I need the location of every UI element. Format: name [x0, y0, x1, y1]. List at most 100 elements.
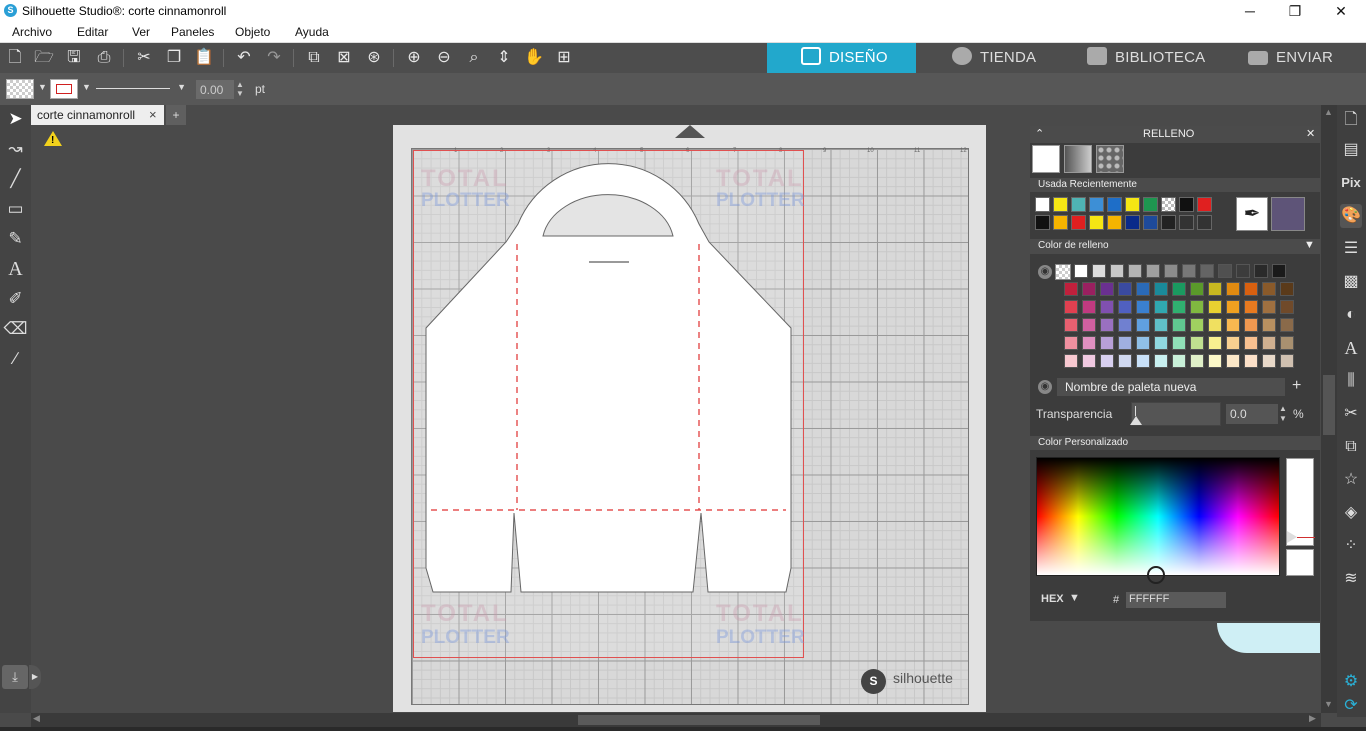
palette-swatch[interactable] [1190, 318, 1204, 332]
tab-tienda[interactable]: TIENDA [916, 43, 1067, 73]
palette-swatch[interactable] [1244, 282, 1258, 296]
palette-swatch[interactable] [1100, 282, 1114, 296]
palette-swatch[interactable] [1100, 336, 1114, 350]
redo-icon[interactable]: ↷ [263, 47, 285, 69]
recent-swatch[interactable] [1107, 197, 1122, 212]
palette-swatch[interactable] [1082, 300, 1096, 314]
scroll-right-icon[interactable]: ▶ [1309, 713, 1316, 724]
fill-color-dropdown-icon[interactable]: ▼ [1304, 239, 1315, 251]
pattern-fill-option[interactable] [1096, 145, 1124, 173]
palette-swatch[interactable] [1236, 264, 1250, 278]
text-style-icon[interactable]: A [1340, 336, 1362, 360]
palette-swatch[interactable] [1208, 282, 1222, 296]
vertical-scroll-thumb[interactable] [1323, 375, 1335, 435]
open-folder-icon[interactable]: 🗁 [33, 47, 55, 69]
palette-swatch[interactable] [1208, 300, 1222, 314]
new-file-icon[interactable]: 🗋 [4, 47, 26, 69]
menu-paneles[interactable]: Paneles [171, 25, 214, 39]
rectangle-tool-icon[interactable]: ▭ [3, 196, 28, 222]
recent-swatch[interactable] [1197, 197, 1212, 212]
palette-swatch[interactable] [1164, 264, 1178, 278]
palette-swatch[interactable] [1262, 300, 1276, 314]
palette-swatch[interactable] [1064, 354, 1078, 368]
line-width-input[interactable]: 0.00 [196, 80, 234, 99]
pattern-icon[interactable]: ▩ [1340, 270, 1362, 294]
sync-icon[interactable]: ⟳ [1340, 694, 1362, 718]
palette-swatch[interactable] [1154, 354, 1168, 368]
line-color-dropdown-icon[interactable]: ▼ [82, 82, 91, 92]
line-tool-icon[interactable]: ╱ [3, 166, 28, 192]
menu-archivo[interactable]: Archivo [12, 25, 52, 39]
palette-swatch[interactable] [1136, 318, 1150, 332]
tab-enviar[interactable]: ENVIAR [1222, 43, 1366, 73]
palette-swatch[interactable] [1218, 264, 1232, 278]
copy-icon[interactable]: ❐ [163, 47, 185, 69]
palette-swatch[interactable] [1208, 318, 1222, 332]
horizontal-scrollbar[interactable]: ◀ ▶ [31, 713, 1321, 727]
palette-swatch[interactable] [1226, 282, 1240, 296]
palette-swatch[interactable] [1190, 336, 1204, 350]
palette-swatch[interactable] [1136, 336, 1150, 350]
palette-swatch[interactable] [1280, 282, 1294, 296]
palette-swatch[interactable] [1064, 282, 1078, 296]
palette-swatch[interactable] [1082, 336, 1096, 350]
design-store-icon[interactable]: ▤ [1340, 138, 1362, 162]
palette-swatch[interactable] [1172, 354, 1186, 368]
palette-swatch[interactable] [1280, 318, 1294, 332]
recent-swatch[interactable] [1143, 215, 1158, 230]
tab-biblioteca[interactable]: BIBLIOTECA [1067, 43, 1222, 73]
palette-swatch[interactable] [1272, 264, 1286, 278]
menu-editar[interactable]: Editar [77, 25, 108, 39]
palette-swatch[interactable] [1064, 318, 1078, 332]
transparency-stepper[interactable]: ▲ ▼ [1279, 404, 1287, 424]
recent-swatch[interactable] [1089, 215, 1104, 230]
palette-swatch[interactable] [1262, 354, 1276, 368]
palette-swatch[interactable] [1136, 282, 1150, 296]
transparency-slider[interactable] [1130, 402, 1221, 426]
brightness-handle[interactable] [1287, 531, 1297, 543]
transparency-input[interactable]: 0.0 [1226, 404, 1278, 424]
palette-swatch[interactable] [1226, 336, 1240, 350]
recent-swatch[interactable] [1035, 215, 1050, 230]
palette-swatch[interactable] [1244, 336, 1258, 350]
palette-swatch[interactable] [1226, 300, 1240, 314]
drag-zoom-icon[interactable]: ⇕ [493, 47, 515, 69]
zoom-out-icon[interactable]: ⊖ [433, 47, 455, 69]
release-compound-icon[interactable]: ⊛ [363, 47, 385, 69]
palette-name-input[interactable]: Nombre de paleta nueva [1057, 378, 1285, 396]
minimize-button[interactable]: ─ [1227, 0, 1273, 22]
gradient-fill-option[interactable] [1064, 145, 1092, 173]
recent-swatch[interactable] [1107, 215, 1122, 230]
recent-swatch[interactable] [1179, 215, 1194, 230]
eyedropper-icon[interactable]: ✒ [1236, 197, 1268, 231]
print-icon[interactable]: ⎙ [93, 47, 115, 69]
palette-swatch[interactable] [1172, 282, 1186, 296]
scroll-up-icon[interactable]: ▲ [1324, 107, 1333, 117]
palette-swatch[interactable] [1172, 300, 1186, 314]
palette-swatch[interactable] [1280, 336, 1294, 350]
group-icon[interactable]: ⧉ [303, 47, 325, 69]
palette-swatch[interactable] [1118, 318, 1132, 332]
palette-swatch[interactable] [1100, 354, 1114, 368]
palette-swatch[interactable] [1128, 264, 1142, 278]
page-setup-icon[interactable]: 🗋 [1340, 108, 1362, 132]
fill-dropdown-icon[interactable]: ▼ [38, 82, 47, 92]
scroll-left-icon[interactable]: ◀ [33, 713, 40, 724]
horizontal-scroll-thumb[interactable] [578, 715, 820, 725]
palette-swatch[interactable] [1182, 264, 1196, 278]
expand-panel-icon[interactable]: ▶ [29, 665, 41, 689]
recent-swatch[interactable] [1125, 197, 1140, 212]
menu-ver[interactable]: Ver [132, 25, 150, 39]
palette-swatch[interactable] [1154, 300, 1168, 314]
recent-swatch[interactable] [1053, 197, 1068, 212]
pan-hand-icon[interactable]: ✋ [523, 47, 545, 69]
scroll-down-icon[interactable]: ▼ [1324, 699, 1333, 709]
palette-swatch[interactable] [1082, 282, 1096, 296]
recent-swatch[interactable] [1179, 197, 1194, 212]
add-palette-icon[interactable]: + [1292, 377, 1301, 395]
document-tab[interactable]: corte cinnamonroll [31, 105, 164, 125]
palette-swatch[interactable] [1262, 318, 1276, 332]
pixscan-icon[interactable]: Pix [1340, 171, 1362, 195]
palette-swatch[interactable] [1208, 336, 1222, 350]
palette-swatch[interactable] [1092, 264, 1106, 278]
